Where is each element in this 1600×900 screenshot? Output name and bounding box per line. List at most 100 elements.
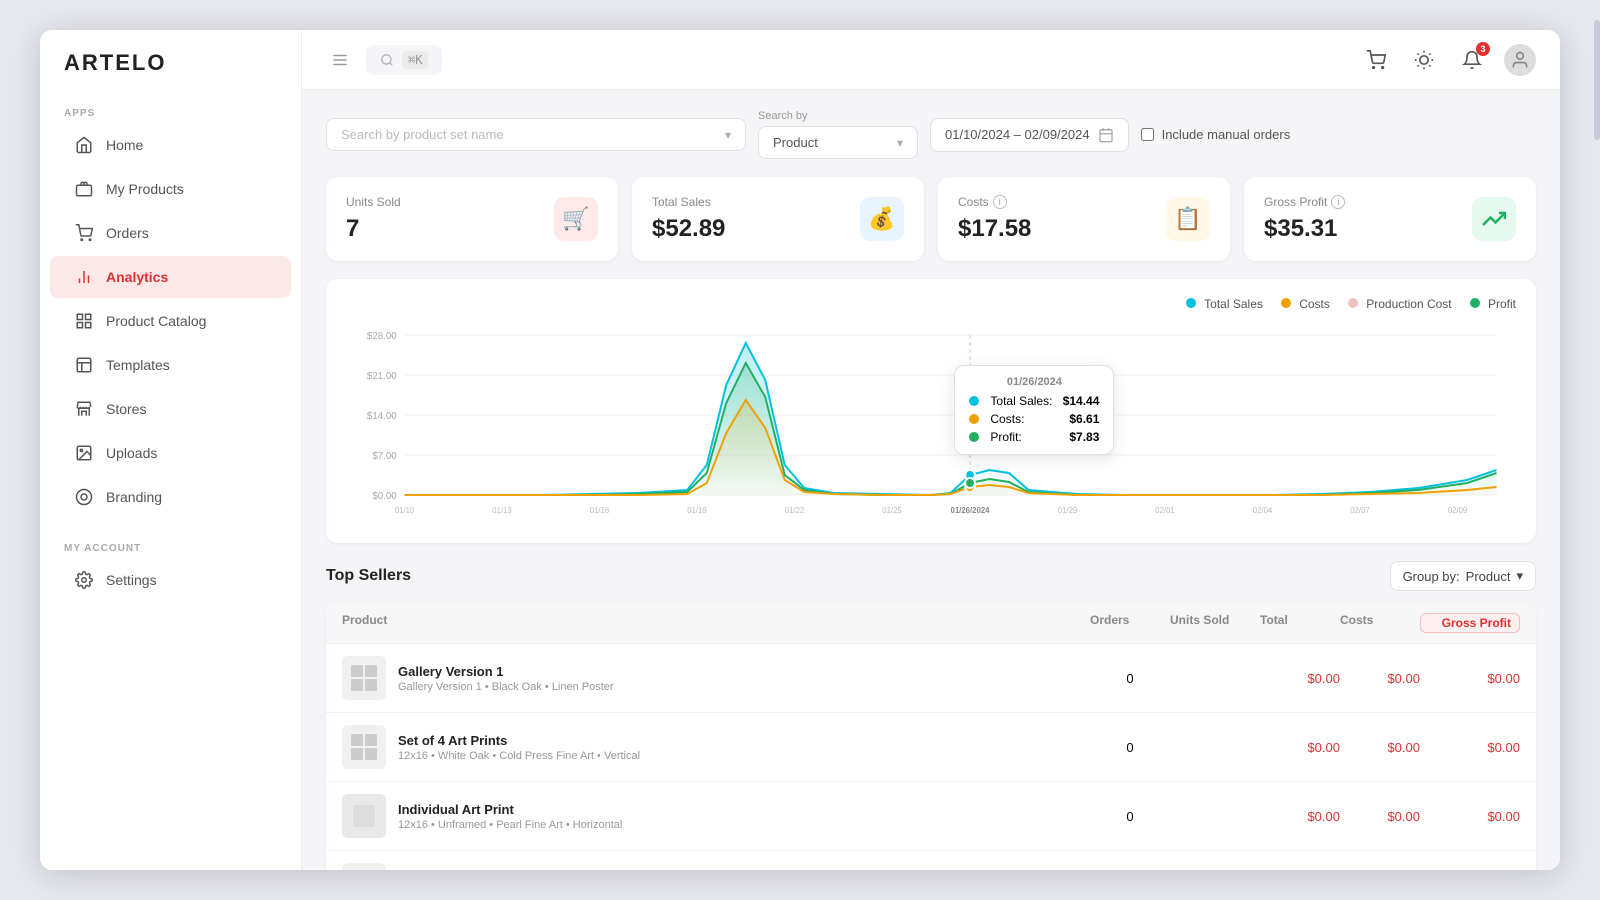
- manual-orders-input[interactable]: [1141, 128, 1154, 141]
- product-thumbnail: [342, 794, 386, 838]
- svg-text:02/01: 02/01: [1155, 506, 1174, 515]
- total-sales-value: $52.89: [652, 215, 725, 243]
- chart-svg: $28.00 $21.00 $14.00 $7.00 $0.00: [346, 325, 1516, 525]
- svg-text:02/09: 02/09: [1448, 506, 1468, 515]
- svg-text:02/07: 02/07: [1350, 506, 1369, 515]
- orders-val: 0: [1090, 809, 1170, 824]
- gross-profit-info-icon[interactable]: i: [1331, 195, 1345, 209]
- svg-text:$0.00: $0.00: [372, 491, 397, 502]
- sidebar-item-label: Branding: [106, 489, 162, 505]
- search-by-select[interactable]: Product ▾: [758, 126, 918, 159]
- chart-card: Total Sales Costs Production Cost Profit: [326, 279, 1536, 543]
- upload-icon: [74, 443, 94, 463]
- sidebar-item-orders[interactable]: Orders: [50, 212, 291, 254]
- col-orders: Orders: [1090, 613, 1170, 633]
- costs-val: $0.00: [1340, 809, 1420, 824]
- costs-icon: 📋: [1166, 197, 1210, 241]
- svg-text:01/26/2024: 01/26/2024: [951, 506, 991, 515]
- orders-val: 0: [1090, 671, 1170, 686]
- costs-value: $17.58: [958, 215, 1031, 243]
- total-val: $0.00: [1260, 740, 1340, 755]
- store-icon: [74, 399, 94, 419]
- apps-section-label: APPS: [40, 96, 301, 123]
- svg-text:01/19: 01/19: [687, 506, 707, 515]
- stat-card-total-sales: Total Sales $52.89 💰: [632, 177, 924, 261]
- product-cell: Gallery Version 1 Gallery Version 1 • Bl…: [342, 656, 1090, 700]
- product-sub: 12x16 • Unframed • Pearl Fine Art • Hori…: [398, 819, 622, 831]
- sidebar-item-home[interactable]: Home: [50, 124, 291, 166]
- table-row: Set of 6 Frames 9x12 • Silver Metal • Ve…: [326, 851, 1536, 870]
- col-product: Product: [342, 613, 1090, 633]
- user-avatar[interactable]: [1504, 44, 1536, 76]
- notification-badge: 3: [1476, 42, 1490, 56]
- units-sold-icon: 🛒: [554, 197, 598, 241]
- svg-text:01/10: 01/10: [395, 506, 415, 515]
- chevron-down-icon: ▾: [897, 136, 903, 150]
- sidebar-item-settings[interactable]: Settings: [50, 559, 291, 601]
- topbar: ⌘K 3: [302, 30, 1560, 90]
- product-set-select[interactable]: Search by product set name ▾: [326, 118, 746, 151]
- box-icon: [74, 179, 94, 199]
- group-by-value: Product: [1466, 569, 1511, 584]
- product-cell: Individual Art Print 12x16 • Unframed • …: [342, 794, 1090, 838]
- legend-total-sales: Total Sales: [1186, 297, 1263, 311]
- notifications-button[interactable]: 3: [1456, 44, 1488, 76]
- legend-costs: Costs: [1281, 297, 1330, 311]
- include-manual-orders-checkbox[interactable]: Include manual orders: [1141, 127, 1291, 142]
- costs-val: $0.00: [1340, 671, 1420, 686]
- sidebar-item-label: Product Catalog: [106, 313, 206, 329]
- product-cell: Set of 6 Frames 9x12 • Silver Metal • Ve…: [342, 863, 1090, 870]
- total-val: $0.00: [1260, 671, 1340, 686]
- cart-button[interactable]: [1360, 44, 1392, 76]
- sidebar-item-my-products[interactable]: My Products: [50, 168, 291, 210]
- svg-text:01/25: 01/25: [882, 506, 902, 515]
- sidebar-item-analytics[interactable]: Analytics: [50, 256, 291, 298]
- collapse-sidebar-button[interactable]: [326, 46, 354, 74]
- table-row: Gallery Version 1 Gallery Version 1 • Bl…: [326, 644, 1536, 713]
- product-set-placeholder: Search by product set name: [341, 127, 504, 142]
- branding-icon: [74, 487, 94, 507]
- content-area: Search by product set name ▾ Search by P…: [302, 90, 1560, 870]
- myaccount-section-label: MY ACCOUNT: [40, 531, 301, 558]
- product-name: Set of 4 Art Prints: [398, 733, 640, 748]
- search-by-label: Search by: [758, 110, 918, 122]
- group-by-select[interactable]: Group by: Product ▾: [1390, 561, 1536, 591]
- table-row: Individual Art Print 12x16 • Unframed • …: [326, 782, 1536, 851]
- profit-val: $0.00: [1420, 809, 1520, 824]
- sidebar-item-label: Home: [106, 137, 143, 153]
- svg-text:$14.00: $14.00: [367, 411, 397, 422]
- legend-production-cost: Production Cost: [1348, 297, 1452, 311]
- app-logo: ARTELO: [40, 50, 301, 96]
- svg-text:$7.00: $7.00: [372, 451, 397, 462]
- gross-profit-icon: [1472, 197, 1516, 241]
- orders-val: 0: [1090, 740, 1170, 755]
- col-costs: Costs: [1340, 613, 1420, 633]
- gross-profit-value: $35.31: [1264, 215, 1345, 243]
- svg-text:01/13: 01/13: [492, 506, 512, 515]
- sidebar-item-label: Uploads: [106, 445, 157, 461]
- top-sellers-title: Top Sellers: [326, 567, 411, 585]
- stats-row: Units Sold 7 🛒 Total Sales $52.89 💰: [326, 177, 1536, 261]
- profit-val: $0.00: [1420, 671, 1520, 686]
- sidebar-item-branding[interactable]: Branding: [50, 476, 291, 518]
- bar-chart-icon: [74, 267, 94, 287]
- legend-profit: Profit: [1470, 297, 1516, 311]
- sidebar-item-stores[interactable]: Stores: [50, 388, 291, 430]
- theme-toggle-button[interactable]: [1408, 44, 1440, 76]
- sidebar-item-templates[interactable]: Templates: [50, 344, 291, 386]
- search-bar[interactable]: ⌘K: [366, 45, 442, 75]
- date-range-picker[interactable]: 01/10/2024 – 02/09/2024: [930, 118, 1129, 152]
- product-name: Individual Art Print: [398, 802, 622, 817]
- table-header: Product Orders Units Sold Total Costs Gr…: [326, 603, 1536, 644]
- svg-text:02/04: 02/04: [1253, 506, 1273, 515]
- sidebar-item-label: Templates: [106, 357, 170, 373]
- sidebar-item-uploads[interactable]: Uploads: [50, 432, 291, 474]
- stat-card-costs: Costs i $17.58 📋: [938, 177, 1230, 261]
- topbar-right: 3: [1360, 44, 1536, 76]
- costs-val: $0.00: [1340, 740, 1420, 755]
- sidebar-item-product-catalog[interactable]: Product Catalog: [50, 300, 291, 342]
- svg-text:$28.00: $28.00: [367, 331, 397, 342]
- stat-card-units-sold: Units Sold 7 🛒: [326, 177, 618, 261]
- sidebar-item-label: Settings: [106, 572, 157, 588]
- costs-info-icon[interactable]: i: [993, 195, 1007, 209]
